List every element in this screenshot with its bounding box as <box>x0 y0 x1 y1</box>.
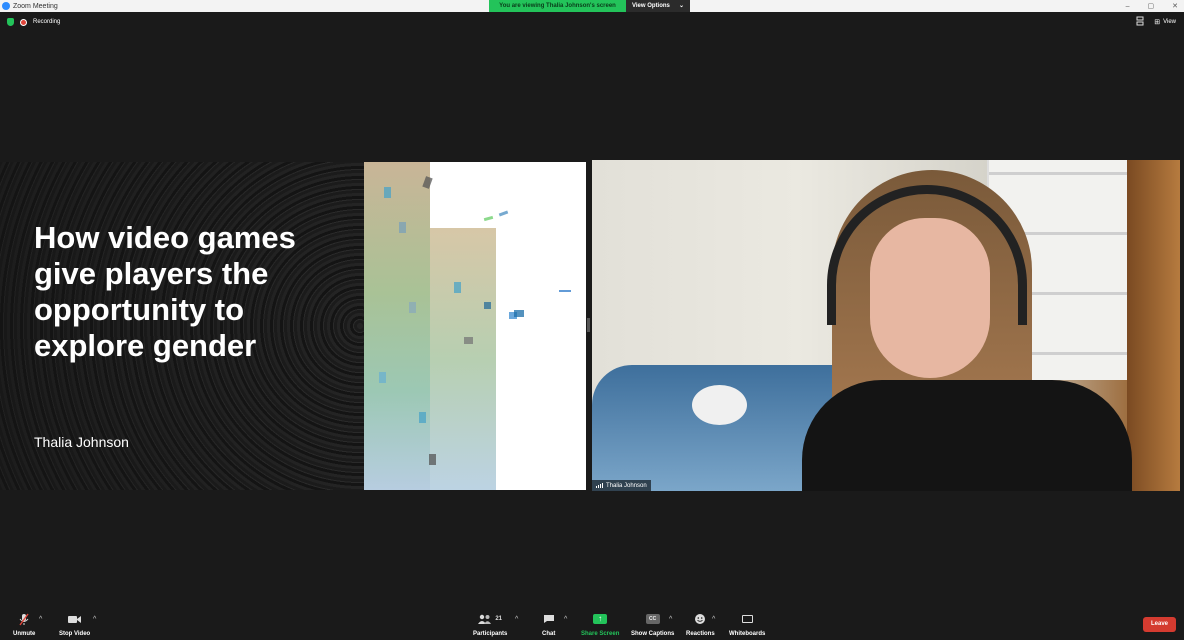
chevron-up-icon[interactable]: ^ <box>564 616 567 623</box>
view-button[interactable]: ⊞ View <box>1154 18 1176 26</box>
chevron-up-icon[interactable]: ^ <box>712 616 715 623</box>
viewing-banner: You are viewing Thalia Johnson's screen … <box>489 0 690 12</box>
shared-screen: How video games give players the opportu… <box>0 162 586 490</box>
shield-icon[interactable] <box>7 18 14 26</box>
slide-artwork <box>364 162 586 490</box>
artwork-chip <box>498 210 509 217</box>
participant-name: Thalia Johnson <box>606 482 647 489</box>
participant-video[interactable]: Thalia Johnson <box>592 160 1180 491</box>
artwork-chip <box>399 222 406 233</box>
zoom-logo-icon <box>2 2 10 10</box>
chevron-up-icon[interactable]: ^ <box>93 616 96 623</box>
participants-button[interactable]: 21 Participants <box>473 612 507 637</box>
close-window-button[interactable]: ✕ <box>1172 2 1178 10</box>
reactions-button[interactable]: Reactions <box>686 612 715 637</box>
leave-button[interactable]: Leave <box>1143 617 1176 632</box>
artwork-chip <box>419 412 426 423</box>
participants-label: Participants <box>473 631 508 637</box>
grid-view-icon: ⊞ <box>1154 19 1161 26</box>
chevron-up-icon[interactable]: ^ <box>515 616 518 623</box>
participants-count: 21 <box>495 616 503 622</box>
chat-button[interactable]: Chat <box>542 612 555 637</box>
mic-muted-icon <box>19 612 29 626</box>
share-arrow-icon: ↑ <box>593 614 608 624</box>
artwork-chip <box>379 372 386 383</box>
stop-video-button[interactable]: Stop Video <box>59 612 90 637</box>
chat-icon <box>543 612 555 626</box>
camera-flip-icon[interactable] <box>1136 16 1144 28</box>
maximize-button[interactable]: ▢ <box>1148 2 1155 10</box>
artwork-chip <box>514 310 524 317</box>
minimize-button[interactable]: – <box>1126 3 1130 10</box>
view-label: View <box>1163 19 1176 25</box>
meeting-status: Recording <box>7 18 60 26</box>
whiteboard-icon-wrap <box>741 612 753 626</box>
artwork-gradient-left <box>364 162 430 490</box>
participant-name-tag: Thalia Johnson <box>592 480 651 491</box>
top-right-controls: ⊞ View <box>1136 16 1176 28</box>
show-captions-button[interactable]: CC Show Captions <box>631 612 674 637</box>
slide-author: Thalia Johnson <box>34 434 129 450</box>
video-door <box>1127 160 1180 491</box>
artwork-chip <box>384 187 391 198</box>
reactions-label: Reactions <box>686 631 715 637</box>
artwork-chip <box>454 282 461 293</box>
window-controls: – ▢ ✕ <box>1126 0 1178 12</box>
stop-video-label: Stop Video <box>59 631 91 637</box>
video-person <box>802 170 1132 491</box>
video-camera-icon <box>67 612 82 626</box>
recording-label: Recording <box>33 19 61 25</box>
chat-label: Chat <box>542 631 556 637</box>
meeting-toolbar: Unmute ^ Stop Video ^ 21 Participants ^ … <box>0 608 1184 640</box>
artwork-chip <box>484 302 491 309</box>
panel-divider-handle[interactable] <box>587 318 590 332</box>
captions-icon-wrap: CC <box>645 612 660 626</box>
window-title: Zoom Meeting <box>13 2 58 10</box>
view-options-button[interactable]: View Options ⌄ <box>626 0 690 12</box>
view-options-label: View Options <box>632 3 670 9</box>
artwork-chip <box>429 454 436 465</box>
artwork-chip <box>559 290 571 292</box>
captions-icon: CC <box>645 614 660 624</box>
chevron-down-icon: ⌄ <box>678 3 684 9</box>
artwork-chip <box>483 215 494 222</box>
whiteboards-button[interactable]: Whiteboards <box>729 612 765 637</box>
show-captions-label: Show Captions <box>631 631 675 637</box>
signal-bars-icon <box>596 483 603 488</box>
participants-icon: 21 <box>478 612 502 626</box>
viewing-status-text: You are viewing Thalia Johnson's screen <box>489 0 626 12</box>
video-cat <box>692 385 747 425</box>
share-screen-button[interactable]: ↑ Share Screen <box>581 612 619 637</box>
artwork-chip <box>464 337 473 344</box>
chevron-up-icon[interactable]: ^ <box>39 616 42 623</box>
chevron-up-icon[interactable]: ^ <box>669 616 672 623</box>
recording-icon <box>20 18 27 26</box>
whiteboard-icon <box>741 615 753 623</box>
whiteboards-label: Whiteboards <box>729 631 766 637</box>
person-torso <box>802 380 1132 491</box>
artwork-gradient-center <box>430 228 496 490</box>
reactions-icon <box>694 612 706 626</box>
share-screen-label: Share Screen <box>581 631 620 637</box>
share-icon-wrap: ↑ <box>593 612 608 626</box>
artwork-chip <box>409 302 416 313</box>
slide-title: How video games give players the opportu… <box>34 220 296 363</box>
unmute-label: Unmute <box>13 631 36 637</box>
unmute-button[interactable]: Unmute <box>13 612 35 637</box>
